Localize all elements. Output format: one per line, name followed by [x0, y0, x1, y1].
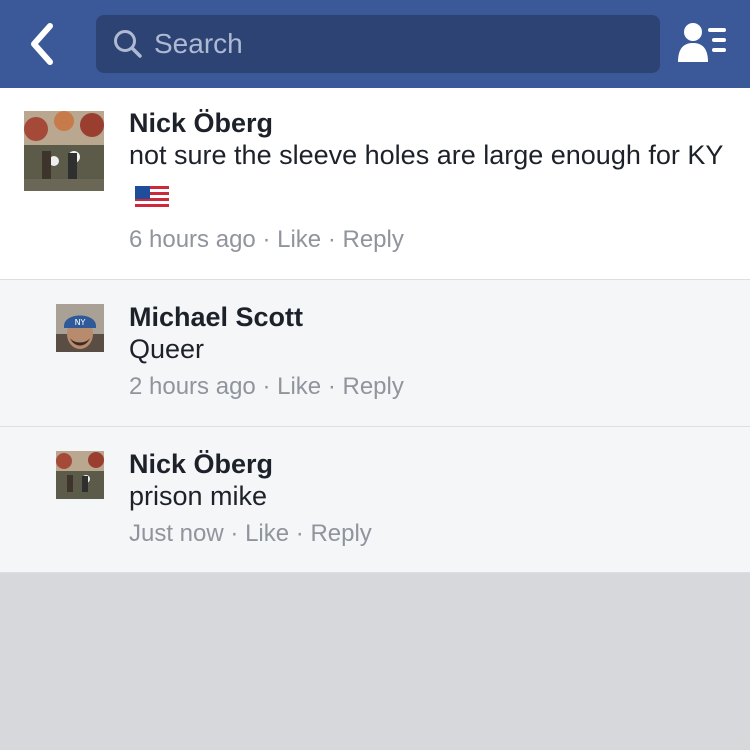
- friends-list-icon: [678, 23, 726, 62]
- avatar[interactable]: NY: [56, 304, 104, 352]
- meta-separator: ·: [327, 373, 336, 400]
- search-box[interactable]: [96, 15, 660, 73]
- us-flag-icon: [135, 186, 169, 210]
- comment-item: Nick Öberg not sure the sleeve holes are…: [0, 88, 750, 280]
- reply-timestamp: Just now: [129, 520, 224, 547]
- comment-text-body: not sure the sleeve holes are large enou…: [129, 140, 724, 170]
- reply-button[interactable]: Reply: [310, 520, 371, 547]
- comment-meta: 6 hours ago · Like · Reply: [129, 226, 404, 254]
- search-icon: [114, 30, 142, 58]
- reply-text: prison mike: [129, 481, 268, 511]
- back-button[interactable]: [22, 18, 66, 70]
- reply-meta: Just now · Like · Reply: [129, 520, 372, 548]
- friends-list-button[interactable]: [676, 20, 730, 66]
- us-flag-emoji: [135, 180, 169, 222]
- reply-item: NY Michael Scott Queer 2 hours ago · Lik…: [0, 280, 750, 427]
- empty-background-area: [0, 573, 750, 750]
- meta-separator: ·: [230, 520, 239, 547]
- meta-separator: ·: [327, 226, 336, 253]
- svg-text:NY: NY: [75, 318, 86, 327]
- like-button[interactable]: Like: [277, 373, 321, 400]
- comment-text: not sure the sleeve holes are large enou…: [129, 134, 729, 222]
- comment-timestamp: 6 hours ago: [129, 226, 256, 253]
- meta-separator: ·: [262, 226, 271, 253]
- like-button[interactable]: Like: [245, 520, 289, 547]
- top-navigation-bar: [0, 0, 750, 88]
- back-chevron-icon: [31, 23, 53, 65]
- avatar-photo-michael: NY: [56, 304, 104, 352]
- reply-button[interactable]: Reply: [342, 373, 403, 400]
- meta-separator: ·: [262, 373, 271, 400]
- like-button[interactable]: Like: [277, 226, 321, 253]
- search-input[interactable]: [154, 15, 644, 73]
- avatar-photo-nick: [56, 451, 104, 499]
- avatar-photo-nick: [24, 111, 104, 191]
- reply-timestamp: 2 hours ago: [129, 373, 256, 400]
- reply-text: Queer: [129, 334, 205, 364]
- meta-separator: ·: [295, 520, 304, 547]
- avatar[interactable]: [24, 111, 104, 191]
- reply-item: Nick Öberg prison mike Just now · Like ·…: [0, 427, 750, 573]
- reply-meta: 2 hours ago · Like · Reply: [129, 373, 404, 401]
- reply-button[interactable]: Reply: [342, 226, 403, 253]
- avatar[interactable]: [56, 451, 104, 499]
